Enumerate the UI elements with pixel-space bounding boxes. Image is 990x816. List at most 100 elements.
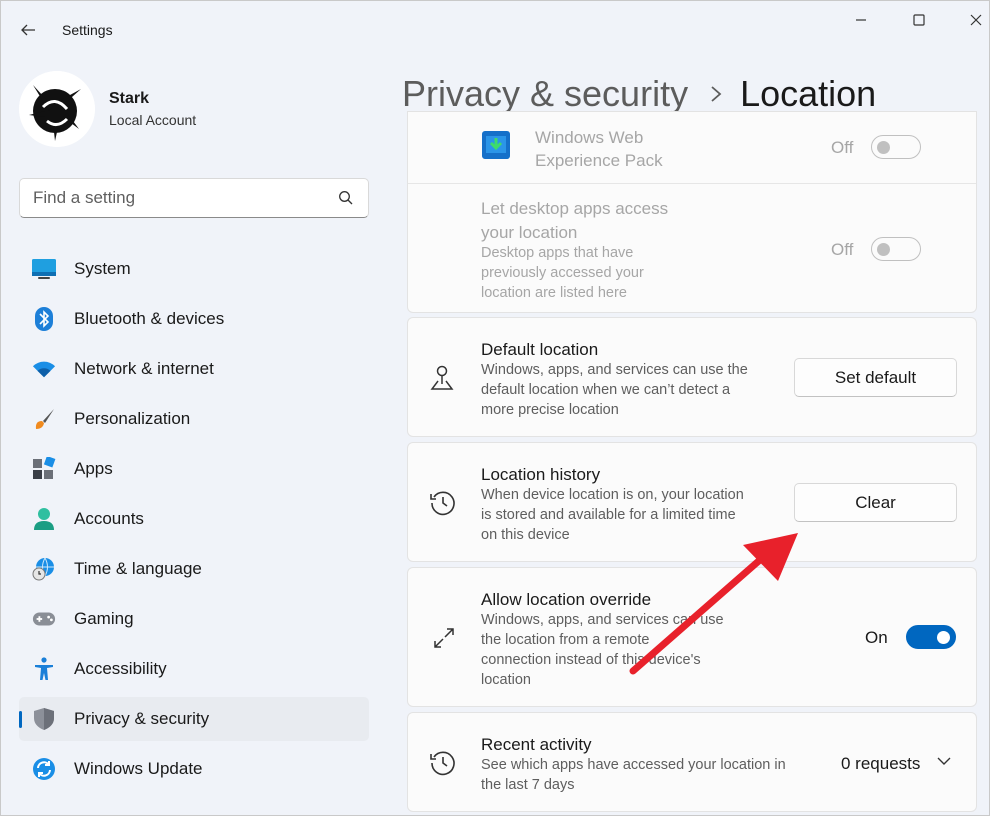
- sidebar-item-accessibility[interactable]: Accessibility: [19, 647, 369, 691]
- system-icon: [32, 257, 56, 281]
- search-box[interactable]: [19, 178, 369, 218]
- history-icon: [427, 747, 459, 779]
- sidebar-item-network[interactable]: Network & internet: [19, 347, 369, 391]
- sidebar-item-label: Time & language: [74, 559, 202, 578]
- sidebar-item-personalization[interactable]: Personalization: [19, 397, 369, 441]
- sidebar-item-bluetooth[interactable]: Bluetooth & devices: [19, 297, 369, 341]
- breadcrumb-parent[interactable]: Privacy & security: [402, 73, 688, 115]
- active-indicator: [19, 711, 22, 728]
- back-button[interactable]: [13, 15, 43, 45]
- sidebar-item-windows-update[interactable]: Windows Update: [19, 747, 369, 791]
- default-location-card: Default location Windows, apps, and serv…: [407, 317, 977, 437]
- sidebar-item-gaming[interactable]: Gaming: [19, 597, 369, 641]
- profile-name: Stark: [109, 90, 150, 107]
- wifi-icon: [32, 357, 56, 381]
- desktop-apps-desc-line2: previously accessed your: [481, 265, 644, 281]
- paintbrush-icon: [32, 407, 56, 431]
- globe-clock-icon: [32, 557, 56, 581]
- location-history-desc-line3: on this device: [481, 527, 570, 543]
- sidebar-item-label: System: [74, 259, 131, 278]
- location-history-title: Location history: [481, 465, 601, 484]
- history-icon: [427, 487, 459, 519]
- recent-activity-desc-line2: the last 7 days: [481, 777, 575, 793]
- chevron-right-icon: [710, 85, 722, 103]
- sidebar-item-accounts[interactable]: Accounts: [19, 497, 369, 541]
- permissions-card: Windows Web Experience Pack Off Let desk…: [407, 111, 977, 313]
- location-override-desc-line3: connection instead of this device's: [481, 652, 701, 668]
- maximize-button[interactable]: [897, 9, 941, 31]
- desktop-apps-row: Let desktop apps access your location De…: [408, 184, 976, 312]
- web-experience-title-line2: Experience Pack: [535, 151, 663, 170]
- gamepad-icon: [32, 607, 56, 631]
- location-history-desc-line1: When device location is on, your locatio…: [481, 487, 744, 503]
- default-location-desc-line1: Windows, apps, and services can use the: [481, 362, 748, 378]
- sidebar-item-label: Apps: [74, 459, 113, 478]
- app-title: Settings: [62, 22, 113, 38]
- map-pin-icon: [426, 362, 458, 394]
- sidebar-item-label: Accessibility: [74, 659, 167, 678]
- recent-activity-count: 0 requests: [841, 754, 921, 773]
- location-override-desc-line4: location: [481, 672, 531, 688]
- desktop-apps-title-line1: Let desktop apps access: [481, 199, 669, 218]
- sidebar-item-apps[interactable]: Apps: [19, 447, 369, 491]
- accessibility-icon: [32, 657, 56, 681]
- title-bar: Settings: [1, 1, 989, 45]
- breadcrumb: Privacy & security Location: [402, 73, 876, 115]
- close-button[interactable]: [954, 9, 989, 31]
- set-default-button[interactable]: Set default: [794, 358, 957, 397]
- sidebar-item-label: Personalization: [74, 409, 191, 428]
- sidebar-item-label: Windows Update: [74, 759, 203, 778]
- minimize-icon: [856, 19, 866, 21]
- default-location-desc-line2: default location when we can’t detect a: [481, 382, 731, 398]
- recent-activity-desc-line1: See which apps have accessed your locati…: [481, 757, 786, 773]
- location-history-card: Location history When device location is…: [407, 442, 977, 562]
- minimize-button[interactable]: [839, 9, 883, 31]
- update-icon: [32, 757, 56, 781]
- remote-connection-icon: [428, 622, 460, 654]
- avatar: [19, 71, 95, 147]
- web-experience-toggle[interactable]: [871, 135, 921, 159]
- search-input[interactable]: [33, 188, 333, 208]
- desktop-apps-toggle[interactable]: [871, 237, 921, 261]
- web-experience-row: Windows Web Experience Pack Off: [408, 112, 976, 183]
- location-override-desc-line1: Windows, apps, and services can use: [481, 612, 724, 628]
- accounts-icon: [32, 507, 56, 531]
- desktop-apps-toggle-label: Off: [831, 240, 854, 259]
- sidebar-nav: System Bluetooth & devices Network & int…: [19, 247, 369, 797]
- desktop-apps-title-line2: your location: [481, 223, 578, 242]
- sidebar-item-privacy-security[interactable]: Privacy & security: [19, 697, 369, 741]
- shield-icon: [32, 707, 56, 731]
- settings-window: Settings Stark Local Account Find a sett…: [0, 0, 990, 816]
- avatar-logo-icon: [19, 71, 95, 147]
- user-profile[interactable]: Stark Local Account: [19, 71, 196, 147]
- sidebar-item-system[interactable]: System: [19, 247, 369, 291]
- apps-icon: [32, 457, 56, 481]
- sidebar-item-label: Bluetooth & devices: [74, 309, 225, 328]
- sidebar-item-label: Privacy & security: [74, 709, 210, 728]
- bluetooth-icon: [32, 307, 56, 331]
- web-experience-toggle-label: Off: [831, 138, 854, 157]
- maximize-icon: [913, 14, 925, 26]
- sidebar-item-label: Network & internet: [74, 359, 214, 378]
- recent-activity-card[interactable]: Recent activity See which apps have acce…: [407, 712, 977, 812]
- sidebar-item-label: Accounts: [74, 509, 144, 528]
- web-experience-title-line1: Windows Web: [535, 128, 644, 147]
- location-override-toggle-label: On: [865, 628, 888, 647]
- chevron-down-icon[interactable]: [936, 753, 952, 774]
- location-override-toggle[interactable]: [906, 625, 956, 649]
- location-override-title: Allow location override: [481, 590, 652, 609]
- back-arrow-icon: [21, 24, 35, 36]
- desktop-apps-desc-line3: location are listed here: [481, 285, 627, 301]
- location-override-card: Allow location override Windows, apps, a…: [407, 567, 977, 707]
- profile-account-type: Local Account: [109, 112, 197, 128]
- desktop-apps-desc-line1: Desktop apps that have: [481, 245, 634, 261]
- sidebar-item-time-language[interactable]: Time & language: [19, 547, 369, 591]
- sidebar-item-label: Gaming: [74, 609, 134, 628]
- close-icon: [970, 14, 982, 26]
- clear-history-button[interactable]: Clear: [794, 483, 957, 522]
- recent-activity-title: Recent activity: [481, 735, 592, 754]
- default-location-desc-line3: more precise location: [481, 402, 619, 418]
- search-icon[interactable]: [338, 190, 354, 206]
- web-experience-app-icon: [481, 130, 511, 160]
- location-override-desc-line2: the location from a remote: [481, 632, 650, 648]
